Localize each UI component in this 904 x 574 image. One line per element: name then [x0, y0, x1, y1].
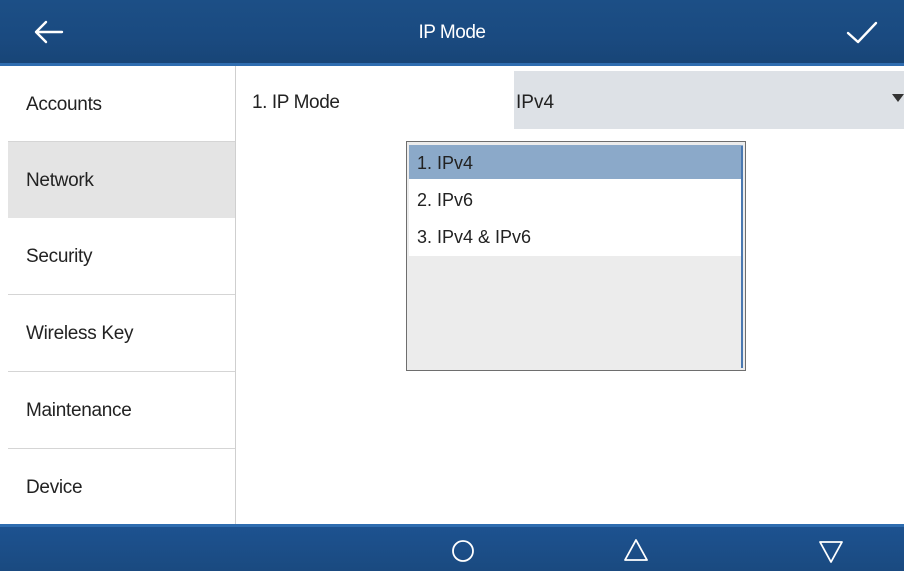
circle-home-icon	[452, 540, 474, 562]
sidebar-item-label: Maintenance	[26, 400, 132, 421]
checkmark-icon	[846, 21, 878, 44]
ip-mode-label: 1. IP Mode	[252, 92, 340, 113]
ip-mode-dropdown-list: 1. IPv4 2. IPv6 3. IPv4 & IPv6	[406, 141, 746, 371]
scroll-down-button[interactable]	[811, 533, 851, 569]
triangle-up-icon	[624, 539, 648, 561]
sidebar-item-network[interactable]: Network	[8, 142, 235, 218]
dropdown-arrow-icon	[892, 94, 904, 102]
triangle-down-icon	[819, 541, 843, 563]
scrollbar[interactable]	[741, 146, 743, 368]
option-label: 2. IPv6	[417, 190, 474, 210]
sidebar-item-label: Security	[26, 246, 93, 267]
home-button[interactable]	[443, 533, 483, 569]
sidebar-item-label: Device	[26, 477, 83, 498]
selected-value: IPv4	[516, 92, 555, 113]
option-ipv4-ipv6[interactable]: 3. IPv4 & IPv6	[409, 219, 743, 253]
confirm-button[interactable]	[840, 12, 884, 52]
page-title: IP Mode	[418, 22, 486, 43]
sidebar: Accounts Network Security Wireless Key M…	[0, 66, 236, 524]
sidebar-item-accounts[interactable]: Accounts	[0, 66, 235, 142]
option-ipv6[interactable]: 2. IPv6	[409, 182, 743, 216]
sidebar-item-device[interactable]: Device	[0, 449, 235, 525]
scroll-up-button[interactable]	[616, 533, 656, 569]
bottom-nav-bar	[0, 524, 904, 571]
option-label: 3. IPv4 & IPv6	[417, 227, 532, 247]
sidebar-item-label: Accounts	[26, 94, 102, 115]
sidebar-item-security[interactable]: Security	[0, 218, 235, 294]
sidebar-item-label: Wireless Key	[26, 323, 134, 344]
title-bar: IP Mode	[0, 0, 904, 66]
option-ipv4[interactable]: 1. IPv4	[409, 145, 743, 179]
ip-mode-select[interactable]: IPv4	[514, 71, 904, 129]
sidebar-item-maintenance[interactable]: Maintenance	[0, 372, 235, 448]
option-label: 1. IPv4	[417, 153, 474, 173]
sidebar-item-wireless-key[interactable]: Wireless Key	[0, 295, 235, 371]
sidebar-item-label: Network	[26, 170, 94, 191]
